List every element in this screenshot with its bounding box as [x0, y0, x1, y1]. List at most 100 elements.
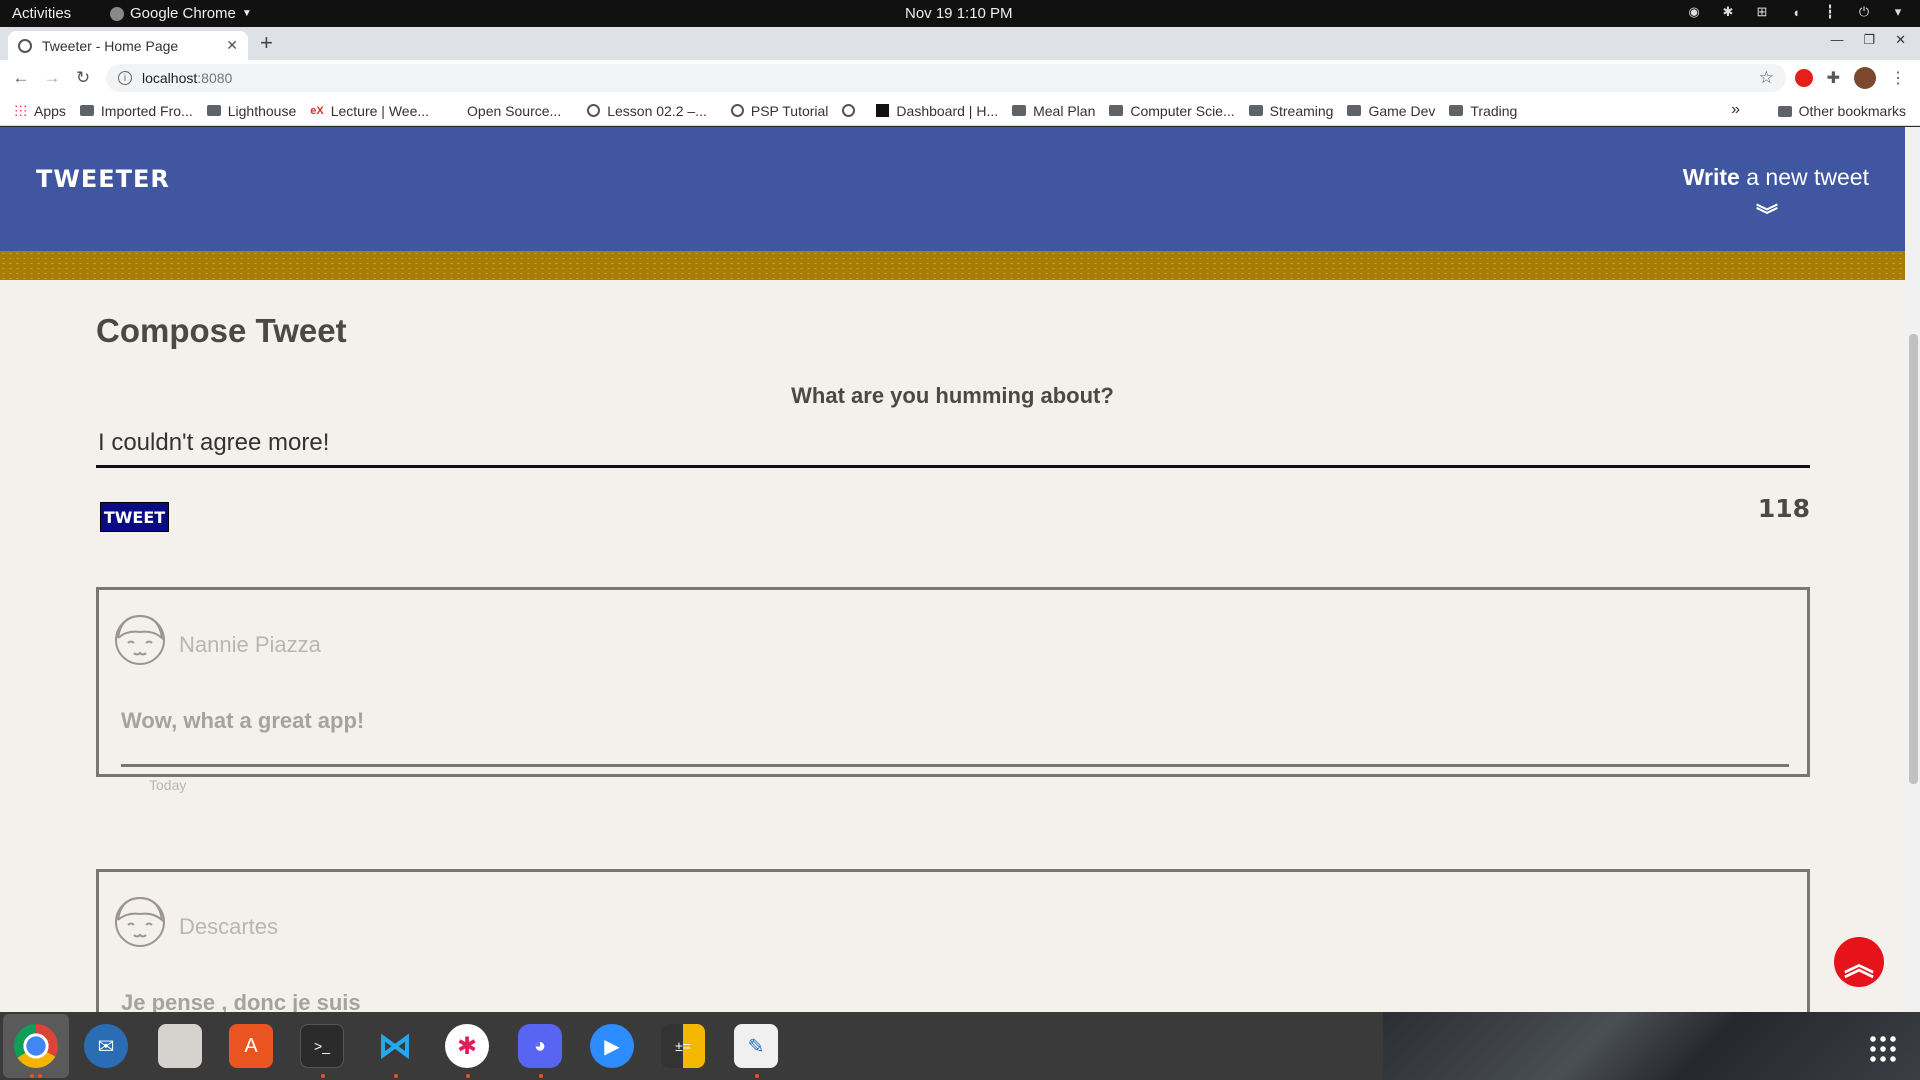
system-tray[interactable]: ◉ ✱ ⊞ ◖ ┇ ⏻ ▾ — [1686, 4, 1906, 20]
text-editor-dock-icon[interactable]: ✎ — [734, 1024, 778, 1068]
chrome-dock-icon[interactable] — [14, 1024, 58, 1068]
tweet-date: Today — [149, 777, 187, 793]
network-icon[interactable]: ⊞ — [1754, 4, 1770, 20]
bookmark-label: Lecture | Wee... — [330, 102, 430, 119]
bookmark-star-icon[interactable]: ☆ — [1759, 68, 1774, 88]
bookmarks-overflow-button[interactable]: » — [1731, 101, 1740, 119]
edx-icon: eX — [310, 104, 324, 117]
tweet-text-input[interactable] — [96, 420, 1810, 468]
folder-icon — [1012, 105, 1027, 116]
bookmark-folder[interactable]: Imported Fro... — [79, 102, 193, 119]
activities-button[interactable]: Activities — [12, 5, 71, 22]
chrome-icon — [110, 6, 124, 21]
bookmark-folder[interactable]: Game Dev — [1347, 103, 1435, 119]
software-center-dock-icon[interactable]: A — [229, 1024, 273, 1068]
scroll-to-top-button[interactable]: ︽ — [1834, 937, 1884, 987]
globe-icon — [730, 104, 744, 117]
tweet-card: Nannie Piazza Wow, what a great app! Tod… — [96, 587, 1810, 793]
minimize-icon[interactable]: — — [1830, 32, 1843, 48]
header-banner — [0, 251, 1905, 280]
zoom-dock-icon[interactable]: ▶ — [590, 1024, 634, 1068]
tweet-button[interactable]: TWEET — [100, 502, 169, 532]
close-window-icon[interactable]: ✕ — [1895, 32, 1906, 48]
url-host: localhost — [142, 70, 198, 86]
slack-tray-icon[interactable]: ✱ — [1720, 4, 1736, 20]
clock[interactable]: Nov 19 1:10 PM — [905, 5, 1013, 22]
bookmark-label: Imported Fro... — [100, 102, 193, 119]
bookmark-folder[interactable]: Computer Scie... — [1109, 103, 1235, 119]
other-bookmarks[interactable]: Other bookmarks — [1777, 103, 1906, 119]
write-bold-label: Write — [1682, 164, 1740, 190]
folder-icon — [1109, 105, 1124, 116]
bookmark-folder[interactable]: Lighthouse — [206, 103, 296, 119]
show-applications-icon[interactable] — [1868, 1034, 1898, 1064]
slack-dock-icon[interactable]: ✱ — [445, 1024, 489, 1068]
dock: ✉ A >_ ⋈ ✱ ◕ ▶ ±= ✎ — [0, 1012, 1920, 1080]
back-icon[interactable]: ← — [11, 68, 31, 88]
double-chevron-down-icon[interactable]: ︾ — [1756, 205, 1778, 227]
bookmark-label: Trading — [1470, 102, 1518, 119]
bookmark-label: Dashboard | H... — [896, 102, 999, 119]
files-dock-icon[interactable] — [158, 1024, 202, 1068]
folder-icon — [79, 105, 94, 116]
tab-tweeter[interactable]: Tweeter - Home Page ✕ — [8, 31, 248, 60]
discord-tray-icon[interactable]: ◉ — [1686, 4, 1702, 20]
bookmark-folder[interactable]: Streaming — [1248, 103, 1333, 119]
brand-logo[interactable]: TWEETER — [36, 165, 170, 193]
bookmark-link[interactable]: Open Source... — [467, 103, 561, 119]
extensions-puzzle-icon[interactable]: ✚ — [1827, 68, 1840, 88]
compose-title: Compose Tweet — [96, 312, 347, 349]
microphone-icon[interactable]: ┇ — [1822, 4, 1838, 20]
info-icon[interactable]: i — [118, 71, 132, 85]
tweet-content: Wow, what a great app! — [121, 708, 365, 733]
bookmark-label: Open Source... — [467, 102, 562, 119]
app-menu[interactable]: Google Chrome ▼ — [110, 5, 252, 22]
write-new-tweet-link[interactable]: Write a new tweet — [1683, 164, 1869, 191]
tab-strip: Tweeter - Home Page ✕ + — ❐ ✕ — [0, 27, 1920, 60]
folder-icon — [1777, 105, 1792, 117]
chevron-down-icon[interactable]: ▾ — [1890, 4, 1906, 20]
power-icon[interactable]: ⏻ — [1856, 4, 1872, 20]
menu-kebab-icon[interactable]: ⋮ — [1890, 68, 1906, 88]
bookmark-link[interactable]: Lesson 02.2 –... — [587, 103, 707, 119]
globe-icon — [18, 38, 32, 53]
bookmark-link[interactable] — [842, 104, 862, 117]
terminal-dock-icon[interactable]: >_ — [300, 1024, 344, 1068]
bookmark-link[interactable]: PSP Tutorial — [730, 103, 828, 119]
running-indicator — [321, 1074, 325, 1078]
vscode-dock-icon[interactable]: ⋈ — [373, 1024, 417, 1068]
new-tab-button[interactable]: + — [260, 30, 273, 56]
page-viewport: TWEETER Write a new tweet ︾ Compose Twee… — [0, 127, 1920, 1012]
bookmark-label: Game Dev — [1368, 102, 1436, 119]
character-counter: 118 — [1757, 494, 1810, 523]
bookmark-apps[interactable]: Apps — [14, 103, 66, 119]
address-bar[interactable]: i localhost:8080 ☆ — [106, 64, 1786, 92]
running-indicator — [38, 1074, 42, 1078]
folder-icon — [206, 105, 221, 116]
opera-extension-icon[interactable] — [1794, 69, 1813, 87]
maximize-icon[interactable]: ❐ — [1863, 32, 1875, 48]
bookmark-label: Other bookmarks — [1798, 103, 1906, 119]
profile-avatar[interactable] — [1854, 67, 1876, 89]
reload-icon[interactable]: ↻ — [73, 68, 93, 88]
forward-icon[interactable]: → — [42, 68, 62, 88]
avatar-icon — [115, 614, 165, 665]
tweet-divider — [121, 764, 1789, 767]
bookmark-folder[interactable]: Trading — [1449, 103, 1517, 119]
bookmark-link[interactable]: Dashboard | H... — [876, 103, 998, 119]
tweet-content: Je pense , donc je suis — [121, 990, 361, 1012]
running-indicator — [466, 1074, 470, 1078]
volume-icon[interactable]: ◖ — [1788, 4, 1804, 20]
scrollbar-thumb[interactable] — [1909, 334, 1918, 784]
globe-icon — [842, 104, 856, 117]
bookmark-link[interactable]: eX Lecture | Wee... — [310, 103, 429, 119]
running-indicator — [755, 1074, 759, 1078]
close-tab-icon[interactable]: ✕ — [226, 37, 238, 54]
thunderbird-dock-icon[interactable]: ✉ — [84, 1024, 128, 1068]
discord-dock-icon[interactable]: ◕ — [518, 1024, 562, 1068]
bookmark-folder[interactable]: Meal Plan — [1012, 103, 1095, 119]
tweet-author: Nannie Piazza — [179, 632, 321, 657]
page-scrollbar[interactable] — [1906, 127, 1920, 1012]
calculator-dock-icon[interactable]: ±= — [661, 1024, 705, 1068]
avatar-icon — [115, 896, 165, 947]
